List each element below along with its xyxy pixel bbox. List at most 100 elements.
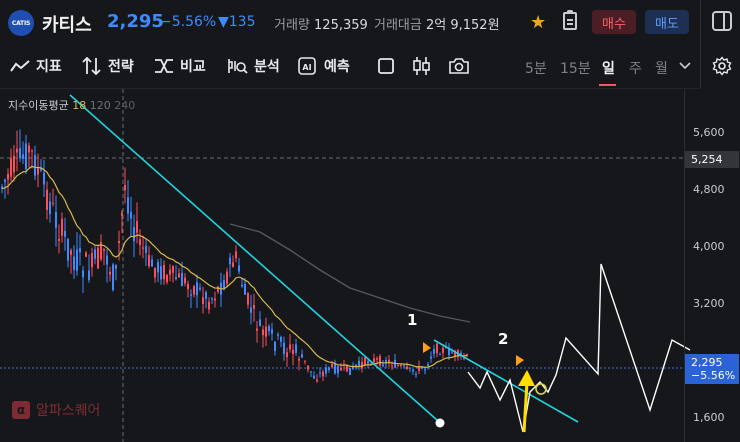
chevron-down-icon[interactable]: [679, 56, 697, 76]
candle-body: [232, 262, 234, 267]
candle-body: [37, 168, 39, 175]
trade-amount: 거래대금 2억 9,152원: [374, 14, 500, 33]
candle-body: [409, 367, 411, 369]
candle-body: [286, 352, 288, 358]
timeframe-15min[interactable]: 15분: [560, 58, 591, 78]
candle-body: [91, 252, 93, 268]
candle-body: [7, 173, 9, 180]
timeframe-5min[interactable]: 5분: [525, 58, 547, 78]
timeframe-week[interactable]: 주: [629, 58, 642, 78]
indicator-label: 지표: [36, 59, 62, 75]
candle-body: [31, 150, 33, 152]
candle-body: [205, 292, 207, 299]
candle-body: [4, 179, 6, 182]
active-timeframe-underline: [599, 84, 616, 86]
clipboard-icon[interactable]: [563, 10, 577, 30]
candle-body: [436, 343, 438, 354]
candle-body: [334, 363, 336, 374]
candle-body: [376, 358, 378, 360]
amount-label: 거래대금: [374, 18, 422, 33]
candle-body: [64, 230, 66, 237]
candle-body: [271, 329, 273, 334]
candle-body: [442, 347, 444, 353]
sort-icon: [82, 57, 101, 75]
candle-body: [130, 211, 132, 219]
candle-body: [139, 239, 141, 246]
stock-price: 2,295: [107, 11, 164, 32]
price-chart[interactable]: [0, 89, 740, 442]
candle-body: [229, 257, 231, 265]
candle-body: [43, 172, 45, 185]
candle-body: [256, 328, 258, 331]
y-tick: 4,000: [693, 240, 725, 253]
candle-body: [253, 305, 255, 309]
candle-body: [340, 368, 342, 371]
camera-icon[interactable]: [448, 56, 476, 76]
current-price-badge: 2,295 −5.56%: [685, 354, 739, 384]
chart-type-square-icon[interactable]: [378, 56, 400, 76]
candle-body: [118, 241, 120, 244]
indicator-tool[interactable]: 지표: [10, 56, 62, 76]
candle-body: [25, 143, 27, 170]
candle-body: [190, 294, 192, 296]
candle-body: [415, 373, 417, 375]
side-panel-toggle-icon[interactable]: [712, 11, 732, 31]
change-percent: −5.56%: [160, 14, 217, 30]
candle-body: [193, 286, 195, 295]
candle-body: [142, 247, 144, 249]
candle-body: [259, 319, 261, 326]
stock-header: CATIS 카티스 2,295 −5.56% ▼135 거래량 125,359 …: [0, 0, 740, 46]
candle-body: [274, 341, 276, 351]
amount-value: 2억 9,152원: [425, 18, 500, 33]
alphasquare-logo-icon: α: [12, 401, 30, 419]
candle-body: [298, 358, 300, 361]
ai-chip-icon: AI: [298, 57, 316, 75]
trendline-main: [69, 94, 438, 421]
compare-icon: [155, 59, 173, 73]
indicator-icon: [10, 60, 30, 72]
candle-body: [49, 201, 51, 215]
analysis-icon: [228, 59, 248, 74]
candle-body: [307, 365, 309, 370]
stock-name[interactable]: 카티스: [42, 11, 92, 37]
watermark-text: 알파스퀘어: [36, 403, 101, 419]
candle-body: [289, 344, 291, 350]
strategy-tool[interactable]: 전략: [82, 56, 134, 76]
candle-body: [67, 238, 69, 261]
arrow-2-marker: [516, 355, 524, 366]
candle-body: [166, 275, 168, 283]
y-tick: 3,200: [693, 297, 725, 310]
candle-body: [403, 365, 405, 367]
candle-body: [238, 265, 240, 272]
candle-body: [178, 273, 180, 278]
settings-gear-icon[interactable]: [712, 56, 738, 76]
analysis-tool[interactable]: 분석: [226, 56, 280, 76]
ai-badge: AI: [302, 63, 311, 72]
favorite-star-icon[interactable]: ★: [530, 12, 546, 33]
candle-body: [292, 349, 294, 355]
candle-body: [373, 358, 375, 363]
timeframe-month[interactable]: 월: [655, 58, 668, 78]
candle-body: [277, 334, 279, 336]
price-axis[interactable]: [684, 89, 740, 442]
projection-path: [467, 263, 691, 433]
forecast-tool[interactable]: AI 예측: [296, 56, 350, 76]
candlestick-icon[interactable]: [412, 56, 438, 76]
candle-body: [10, 158, 12, 177]
volume: 거래량 125,359: [274, 14, 368, 33]
forecast-label: 예측: [324, 59, 350, 75]
candle-body: [208, 301, 210, 310]
candle-body: [19, 147, 21, 159]
candle-body: [76, 249, 78, 271]
candle-body: [211, 298, 213, 300]
sell-button[interactable]: 매도: [645, 10, 689, 34]
candle-body: [280, 336, 282, 342]
candle-body: [265, 326, 267, 337]
up-arrow-head: [518, 370, 535, 386]
buy-button[interactable]: 매수: [592, 10, 636, 34]
moving-average-legend[interactable]: 지수이동평균 18 120 240: [8, 97, 135, 113]
candle-body: [13, 155, 15, 173]
compare-tool[interactable]: 비교: [154, 56, 206, 76]
target-circle: [535, 383, 547, 395]
timeframe-day[interactable]: 일: [602, 58, 615, 78]
